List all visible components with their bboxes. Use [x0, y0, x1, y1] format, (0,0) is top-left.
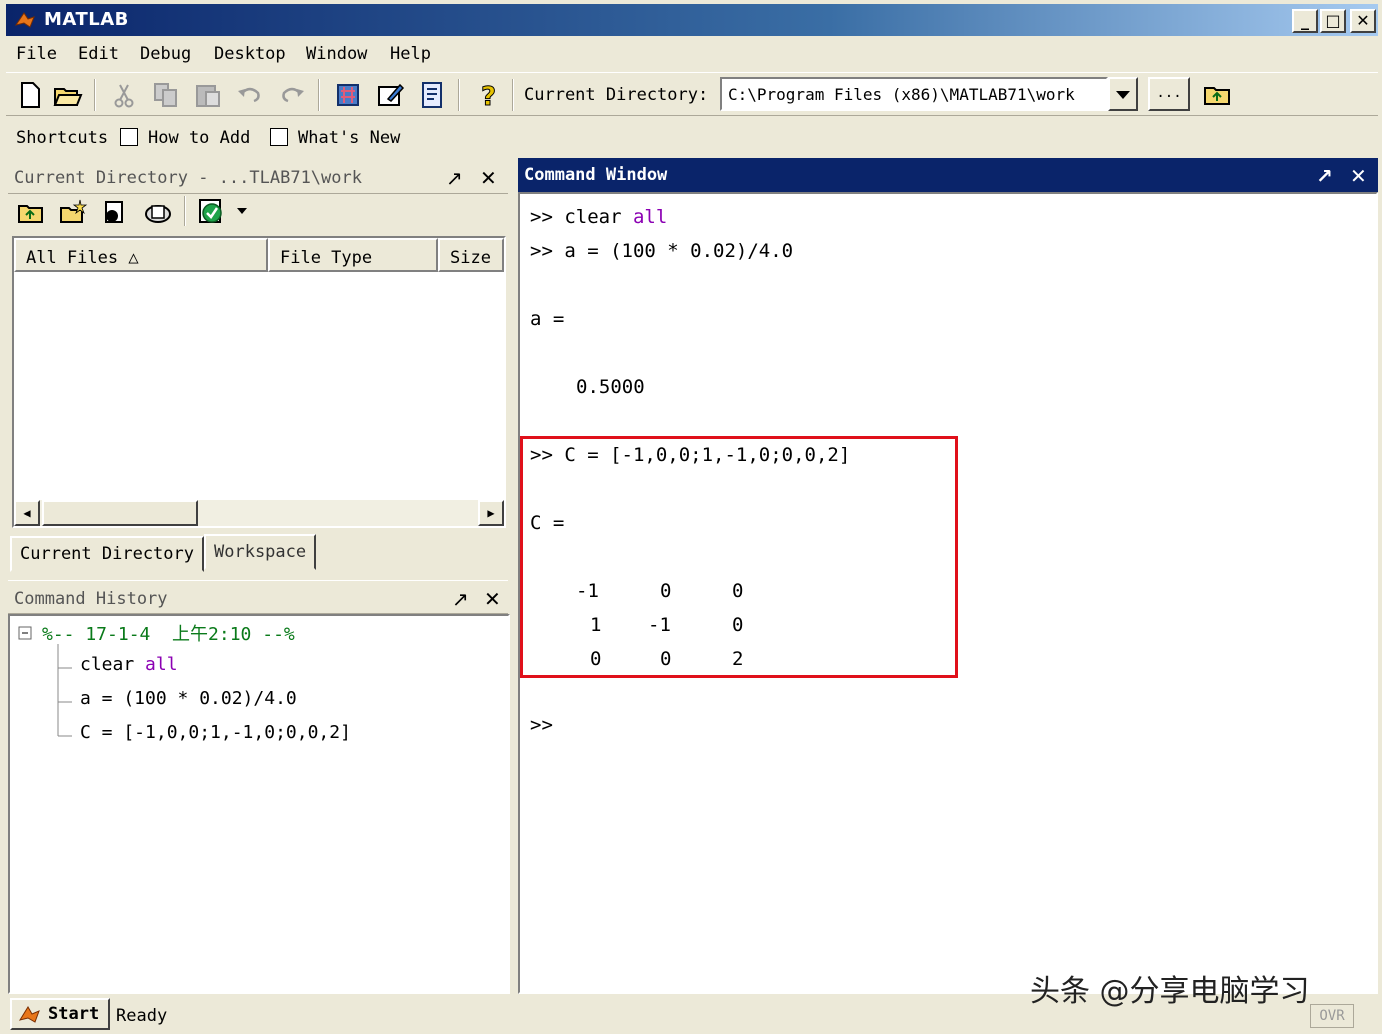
- command-history-title: Command History: [14, 589, 168, 609]
- shortcut-how-to-add[interactable]: How to Add: [148, 128, 250, 148]
- watermark-text: 头条 @分享电脑学习: [1030, 974, 1310, 1009]
- check-icon[interactable]: [196, 196, 228, 228]
- start-button[interactable]: Start: [10, 998, 110, 1030]
- tree-lines: [57, 644, 72, 737]
- help-icon[interactable]: ?: [472, 79, 504, 112]
- column-size[interactable]: Size: [438, 238, 504, 272]
- simulink-icon[interactable]: [332, 79, 364, 111]
- close-button[interactable]: ✕: [1350, 9, 1376, 33]
- menu-bar: File Edit Debug Desktop Window Help: [6, 38, 1378, 70]
- output-value: 0.5000: [576, 376, 645, 398]
- open-folder-icon[interactable]: [52, 79, 84, 111]
- command-prompt[interactable]: >>: [530, 714, 553, 736]
- current-directory-dropdown[interactable]: [1108, 77, 1138, 111]
- browse-button[interactable]: ...: [1148, 77, 1190, 111]
- matlab-logo-icon: [18, 1006, 40, 1023]
- panel-close-button[interactable]: ✕: [1350, 164, 1367, 188]
- chevron-down-icon: [1116, 91, 1130, 99]
- guide-icon[interactable]: [374, 79, 406, 111]
- panel-close-button[interactable]: ✕: [480, 166, 497, 190]
- menu-edit[interactable]: Edit: [78, 44, 119, 64]
- dropdown-arrow-icon[interactable]: [236, 206, 248, 216]
- menu-window[interactable]: Window: [306, 44, 367, 64]
- status-text: Ready: [116, 1006, 168, 1026]
- current-directory-panel-title: Current Directory - ...TLAB71\work: [14, 168, 362, 188]
- shortcut-whats-new[interactable]: What's New: [298, 128, 400, 148]
- title-bar: MATLAB _ □ ✕: [6, 4, 1378, 36]
- svg-text:?: ?: [481, 82, 496, 111]
- menu-desktop[interactable]: Desktop: [214, 44, 286, 64]
- command-window-title: Command Window: [524, 165, 668, 185]
- menu-debug[interactable]: Debug: [140, 44, 191, 64]
- window-title: MATLAB: [44, 9, 129, 30]
- command-history-list[interactable]: %-- 17-1-4 上午2:10 --% clear all a = (100…: [8, 614, 510, 994]
- collapse-icon[interactable]: [18, 626, 32, 640]
- undo-icon[interactable]: [234, 79, 266, 111]
- scroll-right-button[interactable]: ▶: [478, 500, 504, 526]
- history-session-header: %-- 17-1-4 上午2:10 --%: [42, 624, 295, 645]
- find-files-icon[interactable]: [100, 198, 130, 228]
- shortcut-icon: [270, 128, 288, 146]
- paste-icon[interactable]: [192, 79, 224, 111]
- toolbar: ? Current Directory: C:\Program Files (x…: [6, 72, 1378, 116]
- history-entry[interactable]: a = (100 * 0.02)/4.0: [80, 688, 297, 709]
- redo-icon[interactable]: [276, 79, 308, 111]
- column-file-type[interactable]: File Type: [268, 238, 438, 272]
- history-entry[interactable]: clear all: [80, 654, 178, 675]
- start-label: Start: [48, 1004, 100, 1024]
- current-directory-input[interactable]: C:\Program Files (x86)\MATLAB71\work: [720, 77, 1108, 111]
- new-file-icon[interactable]: [14, 79, 46, 111]
- history-entry[interactable]: C = [-1,0,0;1,-1,0;0,0,2]: [80, 722, 351, 743]
- menu-help[interactable]: Help: [390, 44, 431, 64]
- ovr-indicator: OVR: [1310, 1004, 1354, 1028]
- undock-button[interactable]: ↗: [452, 587, 469, 611]
- current-directory-toolbar: [8, 194, 508, 232]
- shortcuts-bar: Shortcuts How to Add What's New: [6, 120, 1378, 154]
- tab-workspace[interactable]: Workspace: [204, 534, 317, 570]
- command-history-header: Command History ↗ ✕: [8, 580, 508, 614]
- matlab-logo-icon: [14, 12, 35, 28]
- scroll-thumb[interactable]: [42, 500, 198, 526]
- parent-folder-icon[interactable]: [1202, 79, 1234, 111]
- command-window-header: Command Window ↗ ✕: [518, 158, 1378, 192]
- highlight-box: [520, 436, 958, 678]
- column-all-files[interactable]: All Files △: [14, 238, 268, 272]
- reports-icon[interactable]: [142, 198, 174, 228]
- cut-icon[interactable]: [108, 79, 140, 111]
- panel-close-button[interactable]: ✕: [484, 587, 501, 611]
- shortcut-icon: [120, 128, 138, 146]
- shortcuts-label[interactable]: Shortcuts: [16, 128, 108, 148]
- undock-button[interactable]: ↗: [446, 166, 463, 190]
- minimize-button[interactable]: _: [1292, 9, 1318, 33]
- command-line: >> a = (100 * 0.02)/4.0: [530, 240, 794, 262]
- profiler-icon[interactable]: [416, 79, 448, 111]
- horizontal-scrollbar[interactable]: ◀ ▶: [14, 500, 504, 526]
- command-line: >> clear all: [530, 206, 668, 228]
- undock-button[interactable]: ↗: [1316, 164, 1333, 188]
- tab-current-directory[interactable]: Current Directory: [10, 536, 204, 572]
- new-folder-icon[interactable]: [58, 198, 88, 228]
- file-list[interactable]: All Files △ File Type Size ◀ ▶: [12, 236, 506, 528]
- up-folder-icon[interactable]: [16, 198, 46, 228]
- menu-file[interactable]: File: [16, 44, 57, 64]
- current-directory-panel-header: Current Directory - ...TLAB71\work ↗ ✕: [8, 160, 508, 194]
- copy-icon[interactable]: [150, 79, 182, 111]
- current-directory-label: Current Directory:: [524, 85, 709, 105]
- scroll-left-button[interactable]: ◀: [14, 500, 40, 526]
- output-variable-name: a =: [530, 308, 565, 330]
- maximize-button[interactable]: □: [1320, 9, 1346, 33]
